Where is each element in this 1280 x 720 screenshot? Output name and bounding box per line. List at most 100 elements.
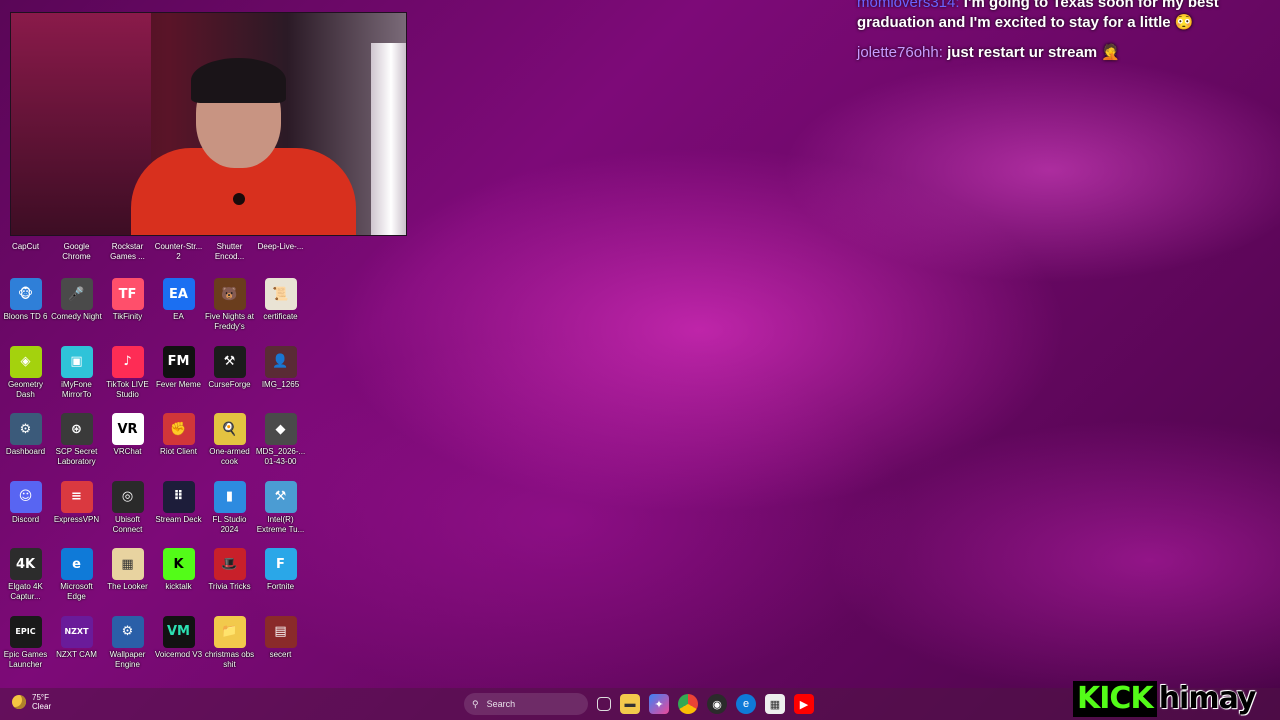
desktop-icon[interactable]: ≡ ExpressVPN — [51, 477, 102, 541]
desktop-icon[interactable]: EA EA — [153, 274, 204, 338]
certificate-icon: 📜 — [264, 278, 297, 310]
desktop-icon[interactable]: 👤 IMG_1265 — [255, 342, 306, 406]
image-file-icon: 👤 — [264, 345, 297, 378]
desktop-icon[interactable]: TF TikFinity — [102, 274, 153, 338]
desktop-icon[interactable]: 🐵 Bloons TD 6 — [0, 274, 51, 338]
kick-branding: KICK himay — [1073, 680, 1257, 718]
desktop-icon-label[interactable]: Counter-Str... 2 — [153, 242, 204, 262]
obs-icon[interactable]: ◉ — [707, 694, 727, 714]
discord-icon: ☺ — [9, 480, 42, 513]
task-view-icon[interactable] — [597, 697, 611, 711]
desktop-icon-label[interactable]: Rockstar Games ... — [102, 242, 153, 262]
copilot-icon[interactable]: ✦ — [649, 694, 669, 714]
taskbar-apps: ⚲ Search ▬ ✦ ◉ e ▦ ▶ — [438, 693, 814, 715]
desktop-icon[interactable]: ⠿ Stream Deck — [153, 477, 204, 541]
weather-widget[interactable]: 75°F Clear — [12, 693, 51, 711]
desktop-icon-label: CurseForge — [208, 379, 251, 389]
shirt-logo — [233, 193, 245, 205]
desktop-icon[interactable]: ⚙ Wallpaper Engine — [102, 612, 153, 676]
desktop-icon-label: NZXT CAM — [56, 649, 97, 659]
curseforge-icon: ⚒ — [213, 345, 246, 378]
youtube-icon[interactable]: ▶ — [794, 694, 814, 714]
intel-icon: ⚒ — [264, 480, 297, 513]
stream-chat-overlay: momlovers314: I'm going to Texas soon fo… — [857, 0, 1277, 61]
desktop-icon[interactable]: NZXT NZXT CAM — [51, 612, 102, 676]
desktop-icon[interactable]: FM Fever Meme — [153, 342, 204, 406]
desktop-icon[interactable]: VR VRChat — [102, 409, 153, 473]
desktop-icon[interactable]: e Microsoft Edge — [51, 544, 102, 608]
elgato-icon: 4K — [9, 548, 42, 580]
desktop-icon[interactable]: ▤ secert — [255, 612, 306, 676]
looker-icon: ▦ — [111, 548, 144, 580]
desktop-icon[interactable]: 📜 certificate — [255, 274, 306, 338]
freddy-icon: 🐻 — [213, 278, 246, 310]
tiktok-live-icon: ♪ — [111, 345, 144, 378]
desktop-icon[interactable]: 📁 christmas obs shit — [204, 612, 255, 676]
edge-icon[interactable]: e — [736, 694, 756, 714]
cook-icon: 🍳 — [213, 413, 246, 445]
streamer — [121, 53, 361, 235]
desktop-icon[interactable]: Kkicktalk — [153, 544, 204, 608]
desktop-icon-label: ExpressVPN — [53, 514, 100, 524]
desktop-icon[interactable]: ⊛ SCP Secret Laboratory — [51, 409, 102, 473]
desktop-icon[interactable]: VM Voicemod V3 — [153, 612, 204, 676]
desktop-icon-label[interactable]: CapCut — [0, 242, 51, 252]
epic-icon: EPIC — [9, 615, 42, 648]
desktop-icon[interactable]: ✊ Riot Client — [153, 409, 204, 473]
desktop-icon-label: TikTok LIVE Studio — [106, 379, 149, 399]
image-file-icon: ▤ — [264, 615, 297, 648]
desktop-icon[interactable]: 🎩 Trivia Tricks — [204, 544, 255, 608]
desktop-icon-label: Intel(R) Extreme Tu... — [256, 514, 305, 534]
desktop-icon[interactable]: 4K Elgato 4K Captur... — [0, 544, 51, 608]
start-button[interactable] — [438, 696, 455, 713]
desktop-icon[interactable]: ◈ Geometry Dash — [0, 342, 51, 406]
desktop-icon-label: iMyFone MirrorTo — [61, 379, 92, 399]
ea-icon: EA — [162, 278, 195, 310]
desktop-icon[interactable]: EPIC Epic Games Launcher — [0, 612, 51, 676]
desktop-icon[interactable]: ◎ Ubisoft Connect — [102, 477, 153, 541]
desktop-icon[interactable]: ☺ Discord — [0, 477, 51, 541]
desktop-icon-label: Discord — [11, 514, 40, 524]
dashboard-icon: ⚙ — [9, 413, 42, 445]
streamer-name: himay — [1158, 681, 1257, 716]
desktop-icon-label: Geometry Dash — [7, 379, 44, 399]
kick-logo: KICK — [1073, 681, 1157, 717]
desktop-icon[interactable]: 🐻 Five Nights at Freddy's — [204, 274, 255, 338]
desktop-icon-label: Microsoft Edge — [60, 582, 93, 601]
stream-deck-icon: ⠿ — [162, 480, 195, 513]
search-icon: ⚲ — [472, 698, 479, 709]
desktop-icon[interactable]: ▣ iMyFone MirrorTo — [51, 342, 102, 406]
desktop-icon[interactable]: ⚒ CurseForge — [204, 342, 255, 406]
desktop-icon[interactable]: ♪ TikTok LIVE Studio — [102, 342, 153, 406]
desktop-icon[interactable]: 🍳 One-armed cook — [204, 409, 255, 473]
folder-icon: 📁 — [213, 615, 246, 648]
chat-text: graduation and I'm excited to stay for a… — [857, 14, 1194, 31]
ubisoft-icon: ◎ — [111, 480, 144, 513]
ring-light — [371, 43, 406, 235]
desktop-icon-label: Stream Deck — [155, 514, 202, 524]
desktop-icon-label: Epic Games Launcher — [3, 649, 48, 669]
desktop-icon[interactable]: ▮ FL Studio 2024 — [204, 477, 255, 541]
file-explorer-icon[interactable]: ▬ — [620, 694, 640, 714]
beanie — [191, 58, 286, 103]
desktop-icon-label: Comedy Night — [51, 312, 102, 321]
kicktalk-icon: K — [162, 548, 195, 580]
desktop-icon[interactable]: F Fortnite — [255, 544, 306, 608]
desktop-icon-label[interactable]: Shutter Encod... — [204, 242, 255, 262]
desktop-icon-label: Voicemod V3 — [154, 649, 203, 659]
desktop-icon[interactable]: ▦ The Looker — [102, 544, 153, 608]
desktop-icon-label[interactable]: Google Chrome — [51, 242, 102, 262]
taskbar-search[interactable]: ⚲ Search — [464, 693, 588, 715]
desktop-icon[interactable]: ◆ MDS_2026-... 01-43-00 — [255, 409, 306, 473]
chrome-icon[interactable] — [678, 694, 698, 714]
desktop-icon[interactable]: 🎤 Comedy Night — [51, 274, 102, 338]
bloons-icon: 🐵 — [9, 278, 42, 310]
desktop-icon[interactable]: ⚒ Intel(R) Extreme Tu... — [255, 477, 306, 541]
desktop-icon-label: kicktalk — [165, 582, 192, 591]
desktop-icon-label[interactable]: Deep-Live-... — [255, 242, 306, 252]
desktop-icon[interactable]: ⚙ Dashboard — [0, 409, 51, 473]
scp-icon: ⊛ — [60, 413, 93, 445]
store-icon[interactable]: ▦ — [765, 694, 785, 714]
nzxt-icon: NZXT — [60, 615, 93, 648]
fl-studio-icon: ▮ — [213, 480, 246, 513]
